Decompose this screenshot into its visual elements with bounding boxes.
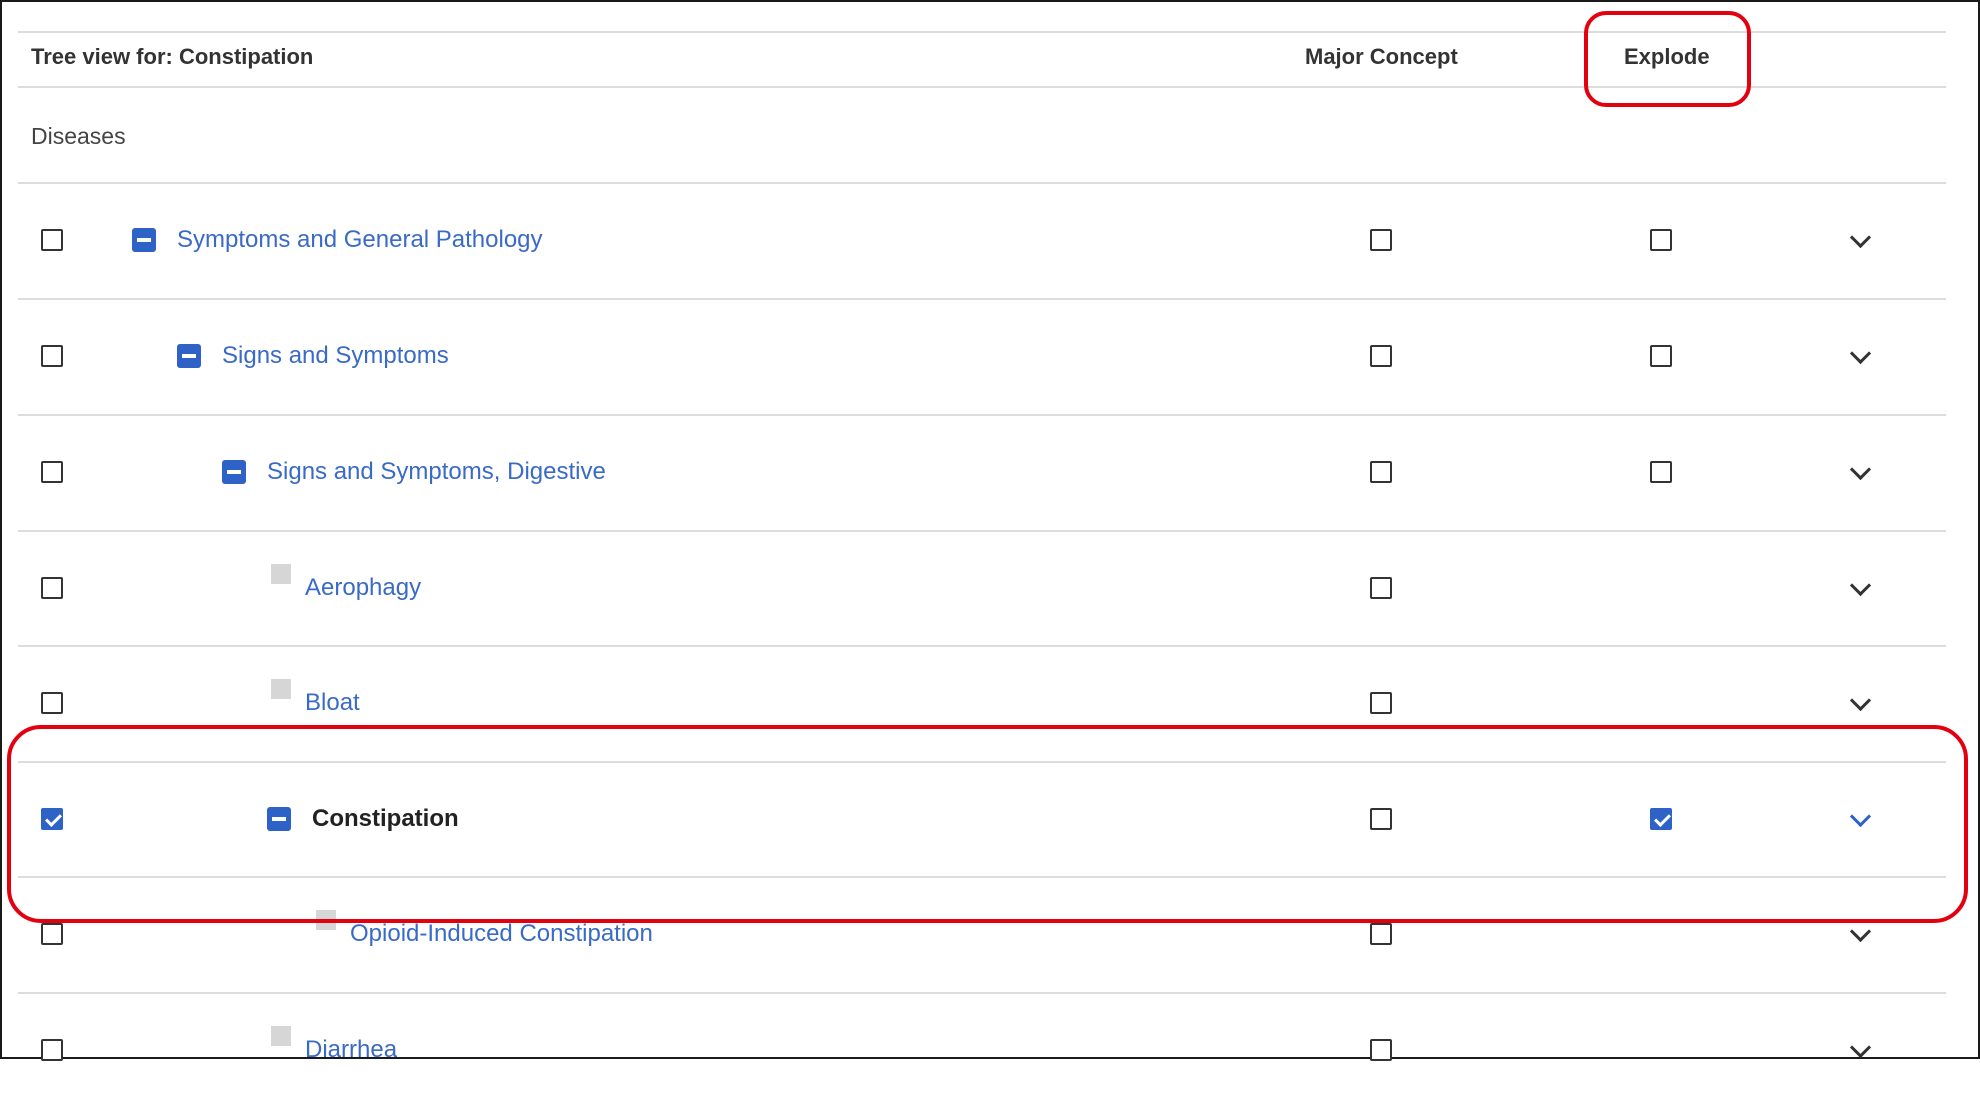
chevron-down-icon[interactable] <box>1849 689 1872 712</box>
explode-checkbox[interactable] <box>1650 229 1672 251</box>
explode-checkbox[interactable] <box>1650 461 1672 483</box>
major-concept-checkbox[interactable] <box>1370 692 1392 714</box>
leaf-node-icon <box>271 564 291 584</box>
select-checkbox[interactable] <box>41 923 63 945</box>
chevron-down-icon[interactable] <box>1849 458 1872 481</box>
major-concept-checkbox[interactable] <box>1370 345 1392 367</box>
major-concept-checkbox[interactable] <box>1370 461 1392 483</box>
collapse-toggle-icon[interactable] <box>177 344 201 368</box>
select-checkbox[interactable] <box>41 229 63 251</box>
chevron-down-icon[interactable] <box>1849 920 1872 943</box>
tree-term-link[interactable]: Symptoms and General Pathology <box>177 226 543 254</box>
explode-header-highlight <box>1584 11 1751 107</box>
chevron-down-icon[interactable] <box>1849 342 1872 365</box>
major-concept-checkbox[interactable] <box>1370 923 1392 945</box>
select-checkbox[interactable] <box>41 1039 63 1061</box>
tree-term-link[interactable]: Diarrhea <box>305 1036 397 1064</box>
select-checkbox[interactable] <box>41 692 63 714</box>
tree-row: Symptoms and General Pathology <box>18 184 1946 300</box>
chevron-down-icon[interactable] <box>1849 226 1872 249</box>
tree-view-title: Tree view for: Constipation <box>31 44 314 69</box>
select-checkbox[interactable] <box>41 577 63 599</box>
tree-term-link[interactable]: Signs and Symptoms <box>222 342 449 370</box>
collapse-toggle-icon[interactable] <box>222 460 246 484</box>
major-concept-column-header: Major Concept <box>1305 44 1458 69</box>
tree-row: Signs and Symptoms, Digestive <box>18 416 1946 532</box>
select-checkbox[interactable] <box>41 345 63 367</box>
tree-term-link[interactable]: Aerophagy <box>305 574 421 602</box>
major-concept-checkbox[interactable] <box>1370 229 1392 251</box>
collapse-toggle-icon[interactable] <box>132 228 156 252</box>
leaf-node-icon <box>271 1026 291 1046</box>
tree-term-link[interactable]: Bloat <box>305 689 360 717</box>
tree-row: Diarrhea <box>18 994 1946 1110</box>
select-checkbox[interactable] <box>41 461 63 483</box>
explode-checkbox[interactable] <box>1650 345 1672 367</box>
major-concept-checkbox[interactable] <box>1370 577 1392 599</box>
tree-row: Aerophagy <box>18 532 1946 648</box>
major-concept-checkbox[interactable] <box>1370 1039 1392 1061</box>
tree-term-link[interactable]: Opioid-Induced Constipation <box>350 920 653 948</box>
chevron-down-icon[interactable] <box>1849 574 1872 597</box>
tree-term-link[interactable]: Signs and Symptoms, Digestive <box>267 458 606 486</box>
constipation-row-highlight <box>7 725 1968 923</box>
tree-row: Signs and Symptoms <box>18 300 1946 416</box>
leaf-node-icon <box>271 679 291 699</box>
section-label: Diseases <box>31 123 126 149</box>
chevron-down-icon[interactable] <box>1849 1036 1872 1059</box>
